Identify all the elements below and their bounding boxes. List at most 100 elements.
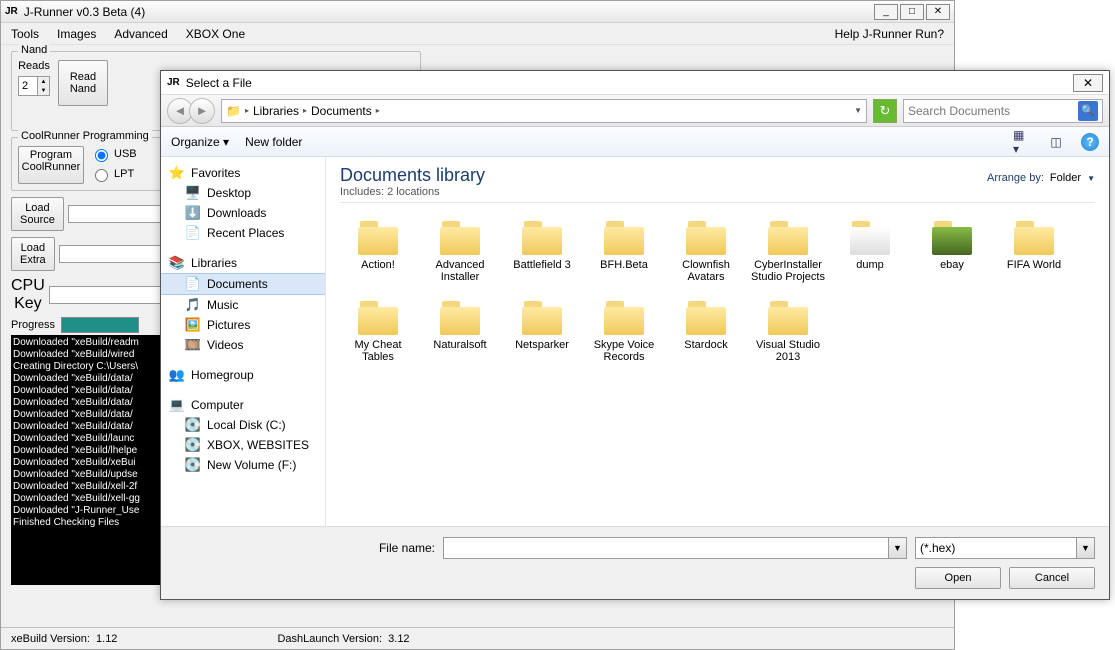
log-line: Downloaded "xeBuild/data/	[13, 421, 159, 433]
breadcrumb[interactable]: 📁 ▸ Libraries ▸ Documents ▸ ▼	[221, 99, 867, 123]
search-input[interactable]: Search Documents 🔍	[903, 99, 1103, 123]
sidebar-videos[interactable]: 🎞️Videos	[161, 335, 325, 355]
folder-label: Advanced Installer	[422, 259, 498, 283]
folder-item[interactable]: ebay	[914, 213, 990, 287]
recent-icon: 📄	[185, 225, 201, 241]
dialog-bottom: File name: ▼ (*.hex)▼ Open Cancel	[161, 526, 1109, 599]
sidebar-computer[interactable]: 💻Computer	[161, 395, 325, 415]
log-line: Downloaded "xeBuild/xeBui	[13, 457, 159, 469]
cancel-button[interactable]: Cancel	[1009, 567, 1095, 589]
folder-icon	[928, 217, 976, 257]
library-subtitle[interactable]: Includes: 2 locations	[340, 186, 1095, 198]
desktop-icon: 🖥️	[185, 185, 201, 201]
folder-icon	[518, 297, 566, 337]
log-line: Creating Directory C:\Users\	[13, 361, 159, 373]
folder-item[interactable]: My Cheat Tables	[340, 293, 416, 367]
search-icon[interactable]: 🔍	[1078, 101, 1098, 121]
folder-label: Clownfish Avatars	[668, 259, 744, 283]
folder-icon	[518, 217, 566, 257]
folder-label: Battlefield 3	[513, 259, 570, 271]
sidebar-recent[interactable]: 📄Recent Places	[161, 223, 325, 243]
folder-item[interactable]: FIFA World	[996, 213, 1072, 287]
folder-item[interactable]: Stardock	[668, 293, 744, 367]
program-coolrunner-button[interactable]: Program CoolRunner	[18, 146, 84, 184]
folder-item[interactable]: Netsparker	[504, 293, 580, 367]
menu-images[interactable]: Images	[57, 27, 96, 41]
folder-item[interactable]: Battlefield 3	[504, 213, 580, 287]
folder-item[interactable]: Clownfish Avatars	[668, 213, 744, 287]
load-extra-button[interactable]: Load Extra	[11, 237, 55, 271]
menu-help[interactable]: Help J-Runner Run?	[835, 27, 944, 41]
load-source-button[interactable]: Load Source	[11, 197, 64, 231]
radio-lpt[interactable]: LPT	[90, 166, 137, 182]
sidebar-drive-xbox[interactable]: 💽XBOX, WEBSITES	[161, 435, 325, 455]
folder-icon	[436, 217, 484, 257]
progress-bar	[61, 317, 139, 333]
log-line: Downloaded "xeBuild/updse	[13, 469, 159, 481]
folder-item[interactable]: Advanced Installer	[422, 213, 498, 287]
sidebar-libraries[interactable]: 📚Libraries	[161, 253, 325, 273]
folder-label: CyberInstaller Studio Projects	[750, 259, 826, 283]
folder-item[interactable]: Skype Voice Records	[586, 293, 662, 367]
folder-item[interactable]: CyberInstaller Studio Projects	[750, 213, 826, 287]
nav-forward-button[interactable]: ►	[189, 98, 215, 124]
folder-icon	[1010, 217, 1058, 257]
folder-icon	[682, 297, 730, 337]
sidebar-favorites[interactable]: ⭐Favorites	[161, 163, 325, 183]
folder-icon	[354, 297, 402, 337]
refresh-button[interactable]: ↻	[873, 99, 897, 123]
videos-icon: 🎞️	[185, 337, 201, 353]
log-line: Downloaded "xeBuild/data/	[13, 397, 159, 409]
sidebar-downloads[interactable]: ⬇️Downloads	[161, 203, 325, 223]
main-title: J-Runner v0.3 Beta (4)	[24, 5, 874, 19]
folder-item[interactable]: Action!	[340, 213, 416, 287]
file-filter[interactable]: (*.hex)▼	[915, 537, 1095, 559]
preview-pane-icon[interactable]: ◫	[1047, 133, 1065, 151]
new-folder-button[interactable]: New folder	[245, 135, 302, 149]
folder-icon	[764, 297, 812, 337]
log-line: Finished Checking Files	[13, 517, 159, 529]
computer-icon: 💻	[169, 397, 185, 413]
folder-icon	[436, 297, 484, 337]
log-line: Downloaded "xeBuild/data/	[13, 385, 159, 397]
folder-item[interactable]: dump	[832, 213, 908, 287]
log-line: Downloaded "xeBuild/lhelpe	[13, 445, 159, 457]
folder-item[interactable]: Visual Studio 2013	[750, 293, 826, 367]
dialog-close-button[interactable]: ✕	[1073, 74, 1103, 92]
open-button[interactable]: Open	[915, 567, 1001, 589]
menu-advanced[interactable]: Advanced	[114, 27, 167, 41]
folder-item[interactable]: Naturalsoft	[422, 293, 498, 367]
menu-xbox[interactable]: XBOX One	[186, 27, 245, 41]
documents-icon: 📄	[185, 276, 201, 292]
close-button[interactable]: ✕	[926, 4, 950, 20]
menu-tools[interactable]: Tools	[11, 27, 39, 41]
maximize-button[interactable]: □	[900, 4, 924, 20]
file-name-label: File name:	[175, 541, 435, 555]
sidebar-music[interactable]: 🎵Music	[161, 295, 325, 315]
drive-icon: 💽	[185, 457, 201, 473]
sidebar-drive-f[interactable]: 💽New Volume (F:)	[161, 455, 325, 475]
folder-label: Naturalsoft	[433, 339, 486, 351]
arrange-by[interactable]: Arrange by: Folder ▼	[987, 172, 1095, 184]
file-name-input[interactable]: ▼	[443, 537, 907, 559]
log-line: Downloaded "J-Runner_Use	[13, 505, 159, 517]
sidebar-drive-c[interactable]: 💽Local Disk (C:)	[161, 415, 325, 435]
sidebar-documents[interactable]: 📄Documents	[161, 273, 325, 295]
minimize-button[interactable]: _	[874, 4, 898, 20]
reads-spinner[interactable]: 2 ▲▼	[18, 76, 50, 96]
log-line: Downloaded "xeBuild/data/	[13, 409, 159, 421]
folder-icon	[354, 217, 402, 257]
view-icon[interactable]: ▦ ▾	[1013, 133, 1031, 151]
progress-label: Progress	[11, 319, 55, 331]
sidebar-desktop[interactable]: 🖥️Desktop	[161, 183, 325, 203]
log-line: Downloaded "xeBuild/wired	[13, 349, 159, 361]
organize-menu[interactable]: Organize ▾	[171, 135, 229, 149]
read-nand-button[interactable]: Read Nand	[58, 60, 108, 106]
dialog-title: Select a File	[186, 76, 1073, 90]
sidebar-pictures[interactable]: 🖼️Pictures	[161, 315, 325, 335]
folder-item[interactable]: BFH.Beta	[586, 213, 662, 287]
help-icon[interactable]: ?	[1081, 133, 1099, 151]
folder-icon	[764, 217, 812, 257]
radio-usb[interactable]: USB	[90, 146, 137, 162]
sidebar-homegroup[interactable]: 👥Homegroup	[161, 365, 325, 385]
